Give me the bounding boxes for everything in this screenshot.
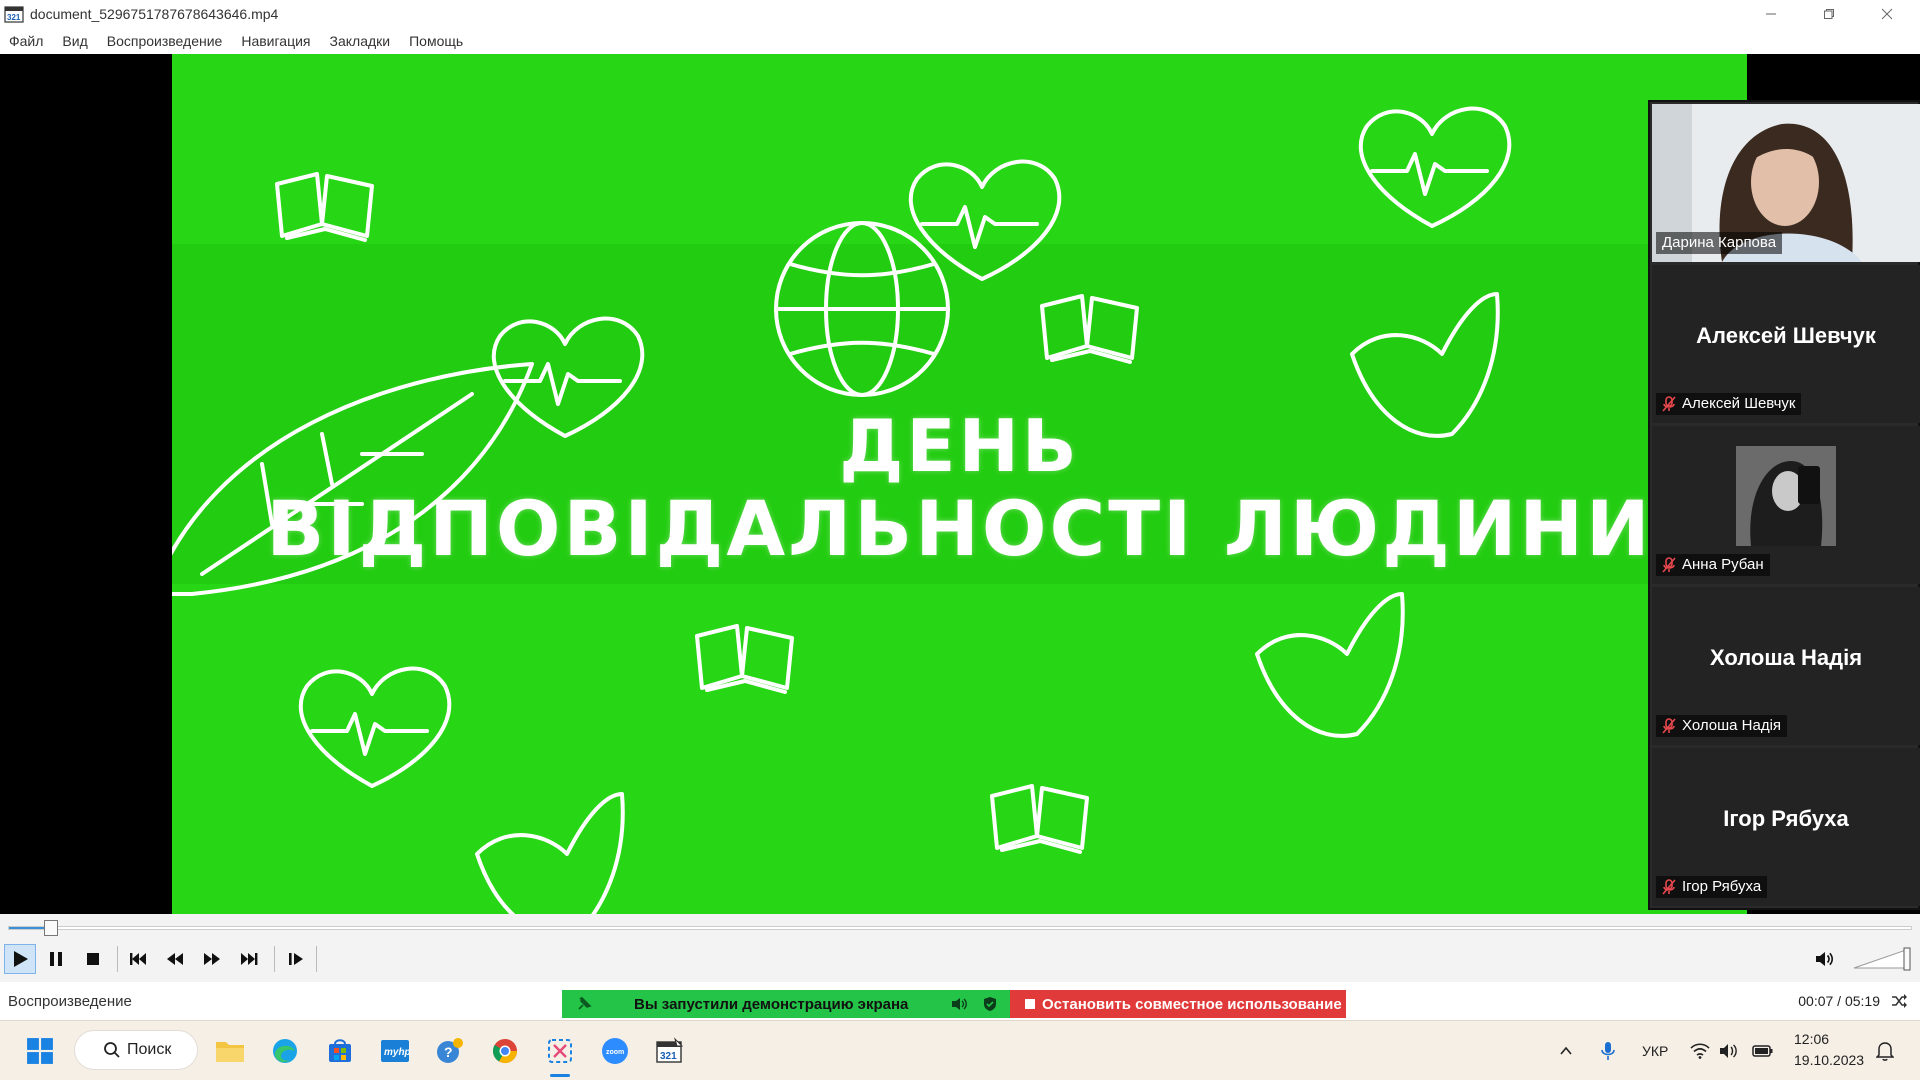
- rewind-button[interactable]: [159, 944, 191, 974]
- stop-icon: [1025, 999, 1035, 1009]
- mic-muted-icon: [1662, 557, 1676, 573]
- close-button[interactable]: [1858, 0, 1916, 28]
- stop-share-button[interactable]: Остановить совместное использование: [1010, 990, 1346, 1018]
- pause-button[interactable]: [40, 944, 72, 974]
- microsoft-store-icon[interactable]: [320, 1031, 360, 1071]
- seek-handle[interactable]: [43, 920, 58, 936]
- frame-step-button[interactable]: [280, 944, 312, 974]
- controls-separator: [274, 946, 275, 972]
- volume-slider[interactable]: [1852, 946, 1914, 972]
- previous-file-button[interactable]: [122, 944, 154, 974]
- stop-share-label: Остановить совместное использование: [1042, 996, 1342, 1013]
- menu-view[interactable]: Вид: [62, 33, 87, 49]
- microphone-icon[interactable]: [1600, 1041, 1616, 1061]
- participant-name: Холоша Надія: [1682, 717, 1782, 734]
- taskbar: Поиск myhp ? zoom 321 УКР 12:06 19.10.20…: [0, 1020, 1920, 1080]
- active-app-indicator: [550, 1074, 570, 1077]
- start-windows-icon[interactable]: [20, 1031, 60, 1071]
- participants-panel: Дарина Карпова Алексей Шевчук Алексей Ше…: [1648, 100, 1920, 910]
- screen-share-banner: Вы запустили демонстрацию экрана Останов…: [562, 990, 1346, 1018]
- play-button[interactable]: [4, 944, 36, 974]
- svg-text:?: ?: [444, 1044, 453, 1060]
- zoom-app-icon[interactable]: zoom: [595, 1031, 635, 1071]
- mic-muted-icon: [1662, 718, 1676, 734]
- participant-name-label: Дарина Карпова: [1656, 232, 1783, 254]
- fast-forward-button[interactable]: [196, 944, 228, 974]
- participant-big-name: Алексей Шевчук: [1696, 323, 1876, 348]
- video-frame[interactable]: ДЕНЬ ВІДПОВІДАЛЬНОСТІ ЛЮДИНИ: [172, 54, 1747, 914]
- shuffle-icon[interactable]: [1890, 992, 1908, 1010]
- audio-share-icon[interactable]: [950, 996, 968, 1012]
- battery-icon[interactable]: [1752, 1043, 1774, 1059]
- taskbar-search[interactable]: Поиск: [74, 1030, 198, 1070]
- edge-browser-icon[interactable]: [265, 1031, 305, 1071]
- window-title: document_5296751787678643646.mp4: [30, 6, 279, 22]
- search-label: Поиск: [127, 1041, 172, 1058]
- controls-separator: [316, 946, 317, 972]
- time-display: 00:07 / 05:19: [1798, 993, 1880, 1009]
- clock-time[interactable]: 12:06: [1794, 1031, 1829, 1047]
- pin-icon[interactable]: [576, 996, 592, 1012]
- keyboard-language[interactable]: УКР: [1642, 1043, 1668, 1059]
- participant-name: Алексей Шевчук: [1682, 395, 1796, 412]
- menu-file[interactable]: Файл: [9, 33, 43, 49]
- menu-navigation[interactable]: Навигация: [241, 33, 310, 49]
- myhp-app-icon[interactable]: myhp: [375, 1031, 415, 1071]
- participant-name: Анна Рубан: [1682, 556, 1764, 573]
- participant-tile[interactable]: Анна Рубан: [1652, 426, 1920, 584]
- wifi-icon[interactable]: [1690, 1043, 1710, 1059]
- participant-name-label: Анна Рубан: [1656, 554, 1770, 576]
- svg-text:zoom: zoom: [606, 1049, 624, 1056]
- minimize-button[interactable]: [1742, 0, 1800, 28]
- video-area[interactable]: ДЕНЬ ВІДПОВІДАЛЬНОСТІ ЛЮДИНИ: [0, 54, 1920, 914]
- participant-big-name: Ігор Рябуха: [1723, 806, 1849, 831]
- file-explorer-icon[interactable]: [210, 1031, 250, 1071]
- video-headline-line2: ВІДПОВІДАЛЬНОСТІ ЛЮДИНИ: [266, 484, 1653, 573]
- mic-muted-icon: [1662, 396, 1676, 412]
- participant-avatar: [1736, 446, 1836, 546]
- get-help-icon[interactable]: ?: [430, 1031, 470, 1071]
- participant-tile[interactable]: Холоша Надія Холоша Надія: [1652, 587, 1920, 745]
- media-player-taskbar-icon[interactable]: 321: [650, 1031, 690, 1071]
- restore-button[interactable]: [1800, 0, 1858, 28]
- playback-controls: [0, 936, 1920, 982]
- svg-text:321: 321: [660, 1051, 677, 1062]
- svg-text:321: 321: [7, 13, 21, 22]
- chrome-browser-icon[interactable]: [485, 1031, 525, 1071]
- participant-tile[interactable]: Алексей Шевчук Алексей Шевчук: [1652, 265, 1920, 423]
- notification-bell-icon[interactable]: [1876, 1041, 1894, 1061]
- menu-help[interactable]: Помощь: [409, 33, 463, 49]
- seek-track[interactable]: [8, 920, 1912, 936]
- search-icon: [104, 1042, 120, 1058]
- participant-tile[interactable]: Ігор Рябуха Ігор Рябуха: [1652, 748, 1920, 906]
- participant-name: Ігор Рябуха: [1682, 878, 1762, 895]
- chevron-up-icon[interactable]: [1558, 1043, 1574, 1059]
- media-player-app-icon: 321: [4, 4, 24, 24]
- volume-tray-icon[interactable]: [1718, 1043, 1738, 1059]
- share-status-text: Вы запустили демонстрацию экрана: [634, 996, 909, 1013]
- menu-playback[interactable]: Воспроизведение: [107, 33, 223, 49]
- controls-separator: [117, 946, 118, 972]
- share-status-bar[interactable]: Вы запустили демонстрацию экрана: [562, 990, 1010, 1018]
- speaker-icon[interactable]: [1808, 944, 1840, 974]
- title-bar: 321 document_5296751787678643646.mp4: [0, 0, 1920, 28]
- menu-bookmarks[interactable]: Закладки: [330, 33, 391, 49]
- stop-button[interactable]: [77, 944, 109, 974]
- video-headline-line1: ДЕНЬ: [839, 404, 1080, 488]
- menu-bar: Файл Вид Воспроизведение Навигация Закла…: [0, 28, 1920, 54]
- participant-name-label: Алексей Шевчук: [1656, 393, 1802, 415]
- participant-big-name: Холоша Надія: [1709, 645, 1863, 670]
- clock-date[interactable]: 19.10.2023: [1794, 1052, 1864, 1068]
- svg-text:myhp: myhp: [384, 1047, 410, 1058]
- snipping-tool-icon[interactable]: [540, 1031, 580, 1071]
- participant-name-label: Ігор Рябуха: [1656, 876, 1768, 898]
- participant-name-label: Холоша Надія: [1656, 715, 1788, 737]
- shield-icon[interactable]: [982, 996, 998, 1012]
- mic-muted-icon: [1662, 879, 1676, 895]
- participant-tile-camera[interactable]: Дарина Карпова: [1652, 104, 1920, 262]
- seekbar-row: [0, 914, 1920, 936]
- playback-status: Воспроизведение: [8, 993, 132, 1010]
- next-file-button[interactable]: [233, 944, 265, 974]
